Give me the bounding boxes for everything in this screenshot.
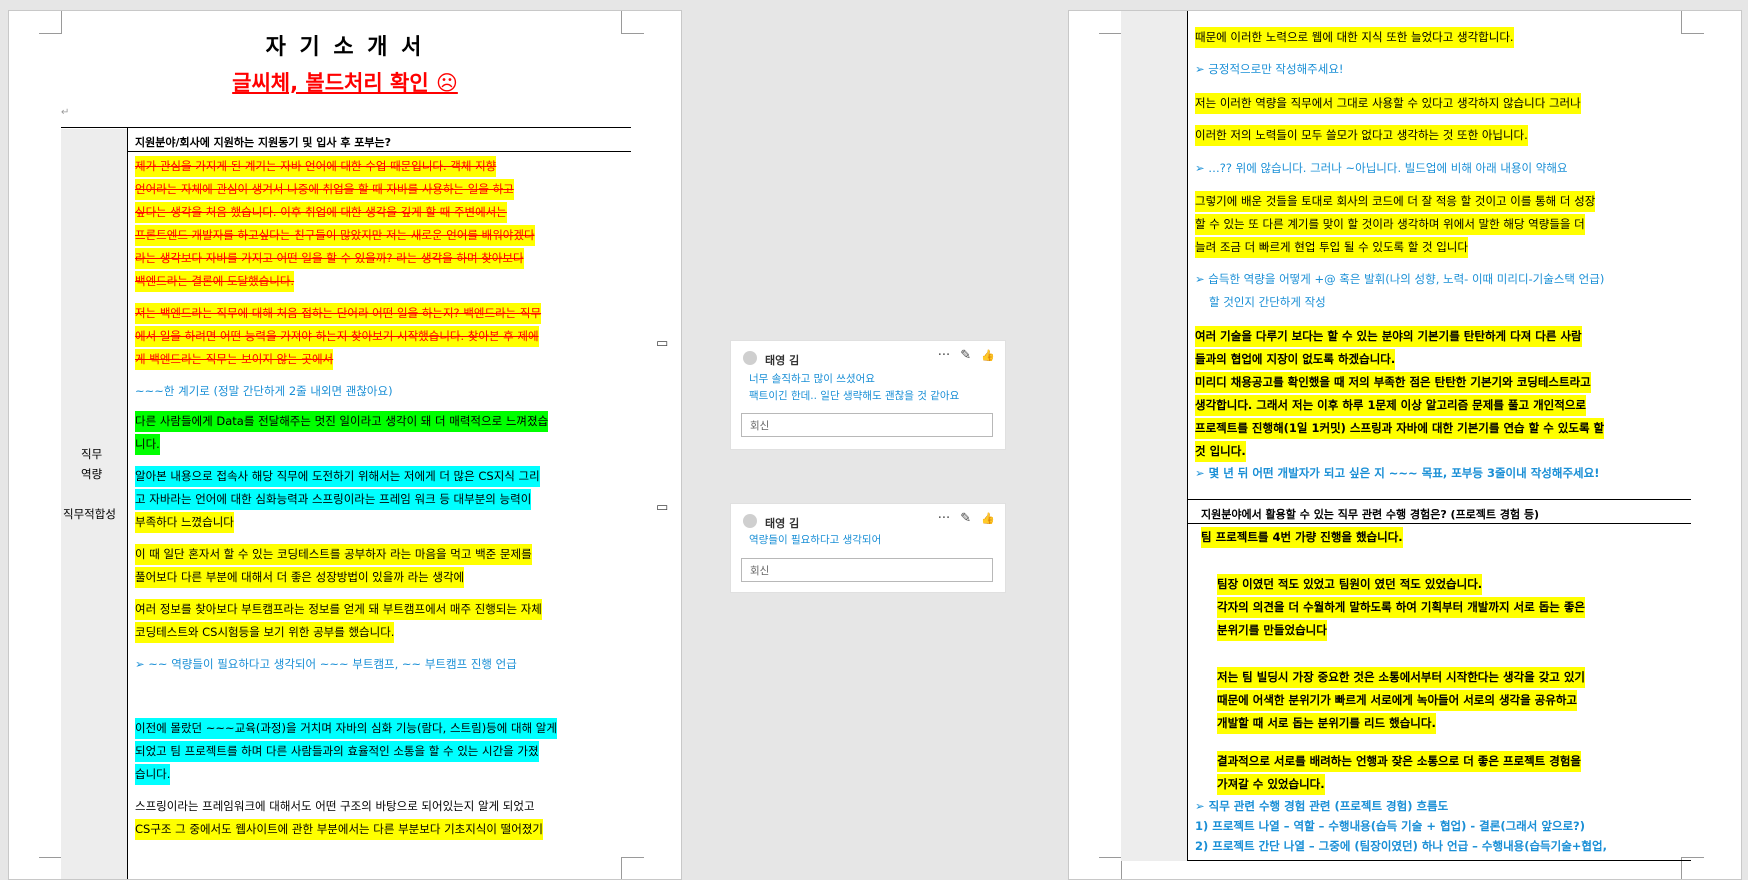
body-line: 들과의 협업에 지장이 없도록 하겠습니다. <box>1195 349 1396 370</box>
margin-corner <box>1681 11 1704 34</box>
document-page-2: 때문에 이러한 노력으로 웹에 대한 지식 또한 늘었다고 생각합니다. ➢ 긍… <box>1068 10 1742 880</box>
body-line: 결과적으로 서로를 배려하는 언행과 잦은 소통으로 더 좋은 프로젝트 경험을 <box>1217 751 1582 772</box>
comment-card[interactable]: 태영 김 ··· ✎ 👍 역량들이 필요하다고 생각되어 회신 <box>730 503 1006 593</box>
body-line: 각자의 의견을 더 수월하게 말하도록 하여 기획부터 개발까지 서로 돕는 좋… <box>1217 597 1586 618</box>
body-line: 풀어보다 다른 부분에 대해서 더 좋은 성장방법이 있을까 라는 생각에 <box>135 567 465 588</box>
body-line: 코딩테스트와 CS시험등을 보기 위한 공부를 했습니다. <box>135 622 395 643</box>
guide-note: 2) 프로젝트 간단 나열 – 그중에 (팀장이였던) 하나 언급 – 수행내용… <box>1195 839 1607 853</box>
table-header-border <box>1187 523 1691 524</box>
side-label: 역량 <box>81 467 103 481</box>
paragraph-mark: ↵ <box>61 107 70 118</box>
body-line: 저는 백엔드라는 직무에 대해 처음 접하는 단어라 어떤 일을 하는지? 백엔… <box>135 303 542 324</box>
body-line: 다른 사람들에게 Data를 전달해주는 멋진 일이라고 생각이 돼 더 매력적… <box>135 411 549 432</box>
body-line: 습니다. <box>135 764 171 785</box>
comment-actions: ··· ✎ 👍 <box>938 511 995 526</box>
guide-note: ➢ ~~ 역량들이 필요하다고 생각되어 ~~~ 부트캠프, ~~ 부트캠프 진… <box>135 657 517 671</box>
table-row-border <box>1187 499 1691 500</box>
body-line: 생각합니다. 그래서 저는 이후 하루 1문제 이상 알고리즘 문제를 풀고 개… <box>1195 395 1586 416</box>
section-header: 지원분야에서 활용할 수 있는 직무 관련 수행 경험은? (프로젝트 경험 등… <box>1201 508 1540 521</box>
comment-marker-icon[interactable]: ▭ <box>656 500 668 515</box>
more-options-icon[interactable]: ··· <box>938 348 950 363</box>
body-line: 프론트엔드 개발자를 하고싶다는 친구들이 많았지만 저는 새로운 언어를 배워… <box>135 225 535 246</box>
body-line: 스프링이라는 프레임워크에 대해서도 어떤 구조의 바탕으로 되어있는지 알게 … <box>135 799 535 813</box>
body-line: 부족하다 느꼈습니다 <box>135 512 234 533</box>
section-header: 지원분야/회사에 지원하는 지원동기 및 입사 후 포부는? <box>135 136 392 149</box>
body-line: 되었고 팀 프로젝트를 하며 다른 사람들과의 효율적인 소통을 할 수 있는 … <box>135 741 539 762</box>
comment-actions: ··· ✎ 👍 <box>938 348 995 363</box>
body-line: 언어라는 자체에 관심이 생겨서 나중에 취업을 할 때 자바를 사용하는 일을… <box>135 179 514 200</box>
body-line: 할 수 있는 또 다른 계기를 맞이 할 것이라 생각하며 위에서 말한 해당 … <box>1195 214 1585 235</box>
comment-text: 역량들이 필요하다고 생각되어 <box>749 534 882 546</box>
page-title: 자 기 소 개 서 <box>265 35 425 60</box>
guide-note: ~~~한 계기로 (정말 간단하게 2줄 내외면 괜찮아요) <box>135 384 393 398</box>
body-line: 저는 팀 빌딩시 가장 중요한 것은 소통에서부터 시작한다는 생각을 갖고 있… <box>1217 667 1586 688</box>
body-line: 미리디 채용공고를 확인했을 때 저의 부족한 점은 탄탄한 기본기와 코딩테스… <box>1195 372 1591 393</box>
body-line: 늘려 조금 더 빠르게 현업 투입 될 수 있도록 할 것 입니다 <box>1195 237 1468 258</box>
reply-input[interactable]: 회신 <box>741 413 993 437</box>
body-line: 백엔드라는 결론에 도달했습니다. <box>135 271 295 292</box>
side-label: 직무적합성 <box>63 507 116 521</box>
document-page-1: 자 기 소 개 서 글씨체, 볼드처리 확인 ☹ ↵ 지원분야/회사에 지원하는… <box>8 10 682 880</box>
comment-card[interactable]: 태영 김 ··· ✎ 👍 너무 솔직하고 많이 쓰셨어요 팩트이긴 한데.. 일… <box>730 340 1006 450</box>
body-line: 때문에 이러한 노력으로 웹에 대한 지식 또한 늘었다고 생각합니다. <box>1195 27 1514 48</box>
body-line: 팀 프로젝트를 4번 가량 진행을 했습니다. <box>1201 527 1403 548</box>
margin-corner <box>1099 857 1122 879</box>
table-header-border <box>127 151 631 152</box>
comment-marker-icon[interactable]: ▭ <box>656 336 668 351</box>
guide-note: ➢ …?? 위에 않습니다. 그러나 ~아닙니다. 빌드업에 비해 아래 내용이… <box>1195 161 1568 175</box>
avatar <box>743 514 757 528</box>
body-line: 저는 이러한 역량을 직무에서 그대로 사용할 수 있다고 생각하지 않습니다 … <box>1195 93 1581 114</box>
table-bottom-border <box>1187 860 1691 861</box>
body-line: 것 입니다. <box>1195 441 1246 462</box>
margin-corner <box>39 857 62 879</box>
table-divider <box>127 127 128 879</box>
edit-icon[interactable]: ✎ <box>960 348 971 363</box>
body-line: 알아본 내용으로 접속사 해당 직무에 도전하기 위해서는 저에게 더 많은 C… <box>135 466 540 487</box>
body-line: 고 자바라는 언어에 대한 심화능력과 스프링이라는 프레임 워크 등 대부분의… <box>135 489 532 510</box>
body-line: 프로젝트를 진행해(1일 1커밋) 스프링과 자바에 대한 기본기를 연습 할 … <box>1195 418 1605 439</box>
page-subtitle: 글씨체, 볼드처리 확인 ☹ <box>232 71 458 95</box>
body-line: 라는 생각보다 자바를 가지고 어떤 일을 할 수 있을까? 라는 생각을 하며… <box>135 248 524 269</box>
body-line: 니다. <box>135 434 160 455</box>
body-line: 여러 기술을 다루기 보다는 할 수 있는 분야의 기본기를 탄탄하게 다져 다… <box>1195 326 1582 347</box>
table-divider <box>1187 11 1188 861</box>
like-icon[interactable]: 👍 <box>981 349 995 362</box>
comment-text: 팩트이긴 한데.. 일단 생략해도 괜찮을 것 같아요 <box>749 390 960 402</box>
body-line: 분위기를 만들었습니다 <box>1217 620 1327 641</box>
body-line: 싶다는 생각을 처음 했습니다. 이후 취업에 대한 생각을 깊게 할 때 주변… <box>135 202 507 223</box>
table-top-border <box>61 127 631 128</box>
more-options-icon[interactable]: ··· <box>938 511 950 526</box>
margin-corner <box>621 857 644 879</box>
body-line: 여러 정보를 찾아보다 부트캠프라는 정보를 얻게 돼 부트캠프에서 매주 진행… <box>135 599 542 620</box>
guide-note: ➢ 몇 년 뒤 어떤 개발자가 되고 싶은 지 ~~~ 목표, 포부등 3줄이내… <box>1195 466 1600 480</box>
body-line: 개발할 때 서로 돕는 분위기를 리드 했습니다. <box>1217 713 1436 734</box>
side-label: 직무 <box>81 447 103 461</box>
comment-author: 태영 김 <box>765 354 800 367</box>
body-line: 이전에 몰랐던 ~~~교육(과정)을 거치며 자바의 심화 기능(람다, 스트림… <box>135 718 557 739</box>
guide-note: ➢ 긍정적으로만 작성해주세요! <box>1195 62 1344 76</box>
guide-note: 할 것인지 간단하게 작성 <box>1209 295 1326 309</box>
reply-input[interactable]: 회신 <box>741 558 993 582</box>
margin-corner <box>1099 11 1122 34</box>
body-line: CS구조 그 중에서도 웹사이트에 관한 부분에서는 다른 부분보다 기초지식이… <box>135 819 543 840</box>
body-line: 게 백엔드라는 직무는 보이지 않는 곳에서 <box>135 349 334 370</box>
comment-author: 태영 김 <box>765 517 800 530</box>
body-line: 그렇기에 배운 것들을 토대로 회사의 코드에 더 잘 적응 할 것이고 이를 … <box>1195 191 1596 212</box>
body-line: 이러한 저의 노력들이 모두 쓸모가 없다고 생각하는 것 또한 아닙니다. <box>1195 125 1528 146</box>
avatar <box>743 351 757 365</box>
guide-note: ➢ 습득한 역량을 어떻게 +@ 혹은 발휘(나의 성향, 노력- 이때 미리디… <box>1195 272 1605 286</box>
guide-note: ➢ 직무 관련 수행 경험 관련 (프로젝트 경험) 흐름도 <box>1195 799 1449 813</box>
like-icon[interactable]: 👍 <box>981 512 995 525</box>
body-line: 이 때 일단 혼자서 할 수 있는 코딩테스트를 공부하자 라는 마음을 먹고 … <box>135 544 532 565</box>
body-line: 제가 관심을 가지게 된 계기는 자바 언어에 대한 수업 때문입니다. 객체 … <box>135 156 497 177</box>
body-line: 가져갈 수 있었습니다. <box>1217 774 1325 795</box>
body-line: 에서 일을 하려면 어떤 능력을 가져야 하는지 찾아보기 시작했습니다. 찾아… <box>135 326 539 347</box>
comment-text: 너무 솔직하고 많이 쓰셨어요 <box>749 373 875 385</box>
body-line: 때문에 어색한 분위기가 빠르게 서로에게 녹아들어 서로의 생각을 공유하고 <box>1217 690 1578 711</box>
edit-icon[interactable]: ✎ <box>960 511 971 526</box>
table-side-column <box>1121 11 1187 861</box>
guide-note: 1) 프로젝트 나열 – 역할 – 수행내용(습득 기술 + 협업) - 결론(… <box>1195 819 1585 833</box>
body-line: 팀장 이였던 적도 있었고 팀원이 였던 적도 있었습니다. <box>1217 574 1483 595</box>
